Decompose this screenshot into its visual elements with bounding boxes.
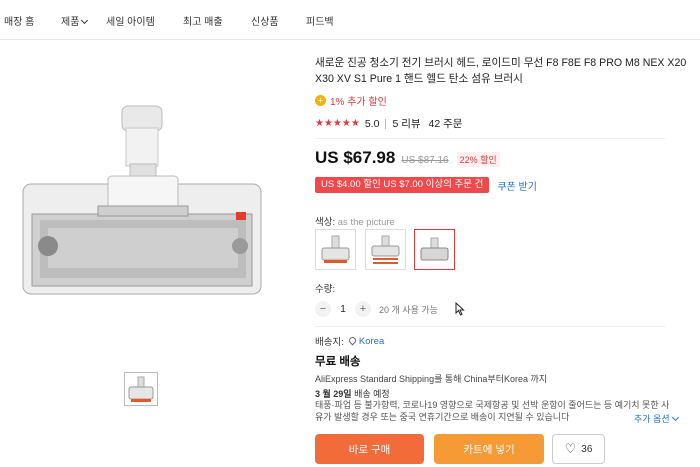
location-pin-icon: [347, 335, 358, 345]
ship-to-selector[interactable]: Korea: [347, 335, 385, 347]
chevron-down-icon: [81, 16, 89, 25]
free-shipping: 무료 배송: [315, 356, 361, 368]
divider: [315, 326, 665, 327]
ship-to-label: 배송지:: [315, 337, 344, 348]
gallery-thumbnail[interactable]: [124, 372, 158, 406]
discount-badge: 22% 할인: [456, 152, 500, 167]
color-option-1[interactable]: [315, 229, 356, 270]
store-nav: 매장 홈 제품 세일 아이템 최고 매출 신상품 피드백: [0, 0, 700, 40]
extra-discount: + 1% 추가 할인: [315, 93, 387, 108]
nav-best-sellers[interactable]: 최고 매출: [183, 13, 223, 28]
original-price: US $87.16: [401, 155, 449, 166]
color-option-2[interactable]: [365, 229, 406, 270]
ship-to-row: 배송지: Korea: [315, 334, 384, 348]
review-count[interactable]: 5 리뷰: [392, 116, 420, 131]
star-rating-icon: ★★★★★: [315, 118, 360, 129]
nav-store-home[interactable]: 매장 홈: [4, 13, 34, 28]
separator: [385, 118, 387, 129]
current-price: US $67.98: [315, 148, 396, 167]
rating-row: ★★★★★ 5.0 5 리뷰 42 주문: [315, 116, 462, 131]
divider: [315, 138, 665, 139]
quantity-stepper: − 1 + 20 개 사용 가능: [315, 301, 438, 317]
heart-icon: ♡: [564, 441, 577, 456]
price-row: US $67.98 US $87.16 22% 할인: [315, 148, 500, 168]
coin-icon: +: [315, 95, 326, 106]
get-coupon-link[interactable]: 쿠폰 받기: [497, 178, 537, 193]
wishlist-button[interactable]: ♡ 36: [552, 434, 605, 464]
extra-discount-text: 1% 추가 할인: [330, 97, 387, 108]
shipping-method: AliExpress Standard Shipping를 통해 China부터…: [315, 374, 548, 384]
main-product-image[interactable]: [18, 96, 268, 306]
quantity-value[interactable]: 1: [331, 304, 355, 315]
shipping-notice: 태풍·파업 등 불가항력, 코로나19 영향으로 국제항공 및 선박 운항이 줄…: [315, 400, 670, 422]
nav-products-label: 제품: [61, 17, 80, 28]
nav-new-arrivals[interactable]: 신상품: [251, 13, 279, 28]
quantity-label: 수량:: [315, 284, 336, 295]
quantity-available: 20 개 사용 가능: [379, 304, 438, 315]
coupon-row: US $4.00 할인 US $7.00 이상의 주문 건 쿠폰 받기: [315, 177, 537, 193]
more-options-label: 추가 옵션: [634, 414, 670, 424]
mouse-cursor-icon: [455, 301, 465, 321]
chevron-down-icon: [671, 413, 679, 422]
quantity-increase-button[interactable]: +: [355, 301, 371, 317]
quantity-decrease-button[interactable]: −: [315, 301, 331, 317]
nav-products[interactable]: 제품: [61, 13, 89, 28]
wishlist-count: 36: [581, 443, 593, 455]
color-option-3-selected[interactable]: [414, 229, 455, 270]
order-count: 42 주문: [428, 118, 463, 130]
nav-feedback[interactable]: 피드백: [306, 13, 334, 28]
ship-to-country: Korea: [358, 335, 385, 347]
product-title: 새로운 진공 청소기 전기 브러시 헤드, 로이드미 무선 F8 F8E F8 …: [315, 57, 687, 85]
color-label-text: 색상:: [315, 217, 336, 228]
delivery-suffix: 배송 예정: [351, 389, 390, 399]
buy-now-button[interactable]: 바로 구매: [315, 434, 424, 464]
coupon-ticket[interactable]: US $4.00 할인 US $7.00 이상의 주문 건: [315, 177, 490, 193]
nav-sale-items[interactable]: 세일 아이템: [106, 13, 155, 28]
delivery-date: 3 월 29일: [315, 389, 352, 399]
add-to-cart-button[interactable]: 카트에 넣기: [434, 434, 544, 464]
color-selected-value: as the picture: [337, 217, 395, 228]
more-options-link[interactable]: 추가 옵션: [634, 412, 679, 425]
rating-value: 5.0: [364, 117, 380, 130]
color-label: 색상: as the picture: [315, 214, 395, 228]
